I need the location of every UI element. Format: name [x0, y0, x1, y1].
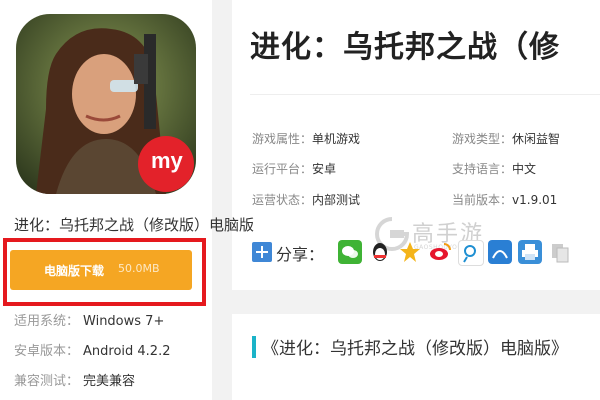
- attr-game-type: 游戏类型：休闲益智: [452, 130, 560, 147]
- share-bar: 分享：: [252, 238, 600, 268]
- spec-key: 安卓版本：: [14, 344, 80, 359]
- spec-value: 完美兼容: [83, 374, 136, 389]
- attr-value: 休闲益智: [512, 132, 561, 146]
- accent-bar: [252, 336, 256, 358]
- attr-version: 当前版本：v1.9.01: [452, 191, 557, 208]
- spec-key: 兼容测试：: [14, 374, 80, 389]
- app-title: 进化：乌托邦之战（修改版）电脑版: [14, 216, 255, 234]
- share-plus-icon[interactable]: [252, 242, 272, 262]
- attr-key: 运营状态：: [252, 193, 313, 207]
- wechat-icon[interactable]: [338, 240, 362, 264]
- attr-key: 游戏类型：: [452, 132, 513, 146]
- attr-key: 当前版本：: [452, 193, 513, 207]
- tencent-weibo-icon[interactable]: [458, 240, 484, 266]
- weibo-icon[interactable]: [428, 240, 452, 264]
- app-icon[interactable]: my: [16, 14, 196, 194]
- print-icon[interactable]: [518, 240, 542, 264]
- attr-value: 单机游戏: [312, 132, 361, 146]
- spec-system: 适用系统： Windows 7+: [14, 310, 164, 329]
- attr-platform: 运行平台：安卓: [252, 160, 336, 177]
- article-title[interactable]: 《进化：乌托邦之战（修改版）电脑版》: [262, 334, 568, 359]
- copy-icon[interactable]: [548, 240, 572, 264]
- attr-value: v1.9.01: [512, 193, 558, 207]
- attr-status: 运营状态：内部测试: [252, 191, 360, 208]
- attr-value: 中文: [512, 162, 537, 176]
- app-sidebar: my 进化：乌托邦之战（修改版）电脑版 电脑版下载 50.0MB 适用系统： Wi…: [0, 0, 254, 400]
- renren-icon[interactable]: [488, 240, 512, 264]
- spec-android: 安卓版本： Android 4.2.2: [14, 340, 171, 359]
- attr-value: 安卓: [312, 162, 337, 176]
- attr-value: 内部测试: [312, 193, 361, 207]
- highlight-frame: [3, 238, 206, 306]
- article-card: 《进化：乌托邦之战（修改版）电脑版》: [232, 314, 600, 400]
- qzone-icon[interactable]: [398, 240, 422, 264]
- spec-compat: 兼容测试： 完美兼容: [14, 370, 135, 389]
- spec-key: 适用系统：: [14, 314, 80, 329]
- attr-key: 支持语言：: [452, 162, 513, 176]
- my-badge-text: my: [151, 148, 183, 173]
- qq-icon[interactable]: [368, 240, 392, 264]
- attr-language: 支持语言：中文: [452, 160, 536, 177]
- spec-value: Windows 7+: [83, 314, 165, 329]
- attr-key: 运行平台：: [252, 162, 313, 176]
- attr-key: 游戏属性：: [252, 132, 313, 146]
- spec-value: Android 4.2.2: [83, 344, 171, 359]
- divider: [250, 94, 600, 95]
- share-label: 分享：: [276, 245, 325, 264]
- attr-game-property: 游戏属性：单机游戏: [252, 130, 360, 147]
- game-title: 进化：乌托邦之战（修: [250, 30, 560, 65]
